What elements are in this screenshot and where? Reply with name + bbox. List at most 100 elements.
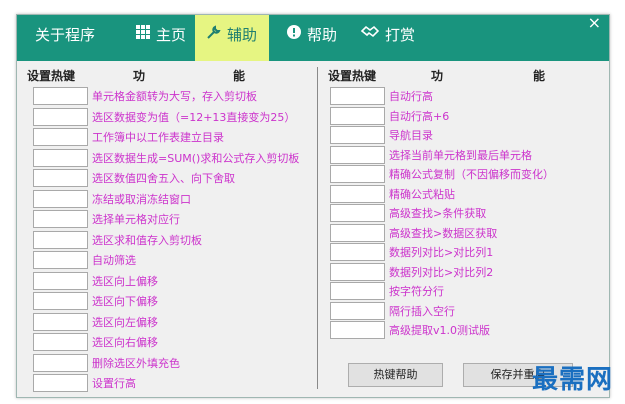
tab-about[interactable]: 关于程序 [25,15,105,61]
left-hotkey-row: 设置行高 [33,373,136,393]
right-hotkey-input[interactable] [330,301,385,320]
left-hotkey-input[interactable] [33,128,88,146]
tab-about-label: 关于程序 [34,26,95,44]
left-hotkey-input[interactable] [33,292,88,310]
left-hotkey-input[interactable] [33,210,88,228]
left-hotkey-row: 选区向下偏移 [33,291,158,311]
right-hotkey-input[interactable] [330,204,385,222]
left-hotkey-function-label: 删除选区外填充色 [92,356,180,370]
left-hotkey-function-label: 选区向左偏移 [92,315,158,329]
left-hotkey-row: 选区向左偏移 [33,312,158,332]
right-hotkey-input[interactable] [330,145,385,164]
watermark-logo: 最需网 [531,365,613,395]
left-hotkey-row: 选区向上偏移 [33,271,158,291]
close-icon[interactable]: × [588,13,601,33]
right-hotkey-row: 导航目录 [330,125,433,145]
left-col-func-b: 能 [233,69,246,83]
tab-assist-label: 辅助 [226,26,257,44]
right-hotkey-function-label: 高级提取v1.0测试版 [389,324,491,337]
right-hotkey-function-label: 自动行高 [389,90,433,103]
panel-divider [317,67,318,389]
left-hotkey-row: 选区求和值存入剪切板 [33,230,202,250]
left-hotkey-row: 删除选区外填充色 [33,353,180,373]
right-hotkey-input[interactable] [330,106,385,125]
right-hotkey-function-label: 选择当前单元格到最后单元格 [389,148,532,162]
right-hotkey-row: 隔行插入空行 [330,301,455,321]
tab-reward-label: 打赏 [384,26,415,44]
tab-help[interactable]: 帮助 [275,15,349,61]
left-hotkey-row: 选区数值四舍五入、向下舍取 [33,168,235,188]
left-hotkey-function-label: 选择单元格对应行 [92,213,180,226]
left-hotkey-input[interactable] [33,87,88,105]
right-hotkey-input[interactable] [330,184,385,203]
right-hotkey-function-label: 隔行插入空行 [389,304,455,318]
wrench-icon [207,15,221,55]
tab-home[interactable]: 主页 [121,15,201,61]
left-hotkey-input[interactable] [33,169,88,187]
left-hotkey-input[interactable] [33,251,88,269]
left-hotkey-function-label: 选区数据变为值（=12+13直接变为25） [92,110,296,124]
left-hotkey-input[interactable] [33,271,88,290]
left-hotkey-row: 选区数据生成=SUM()求和公式存入剪切板 [33,148,299,168]
right-hotkey-row: 精确公式粘贴 [330,184,455,204]
info-icon [286,15,301,55]
left-hotkey-input[interactable] [33,230,88,249]
tab-home-label: 主页 [155,26,186,44]
right-hotkey-row: 数据列对比>对比列1 [330,242,493,262]
right-hotkey-input[interactable] [330,223,385,242]
left-col-func-a: 功 [133,69,146,83]
tab-help-label: 帮助 [306,26,337,44]
left-hotkey-input[interactable] [33,189,88,208]
handshake-icon [360,15,380,55]
right-hotkey-row: 高级查找>数据区获取 [330,223,497,243]
tab-reward[interactable]: 打赏 [351,15,425,61]
right-hotkey-function-label: 自动行高+6 [389,109,450,123]
right-hotkey-function-label: 按字符分行 [389,285,444,298]
left-hotkey-function-label: 选区数值四舍五入、向下舍取 [92,172,235,185]
left-hotkey-input[interactable] [33,353,88,372]
left-col-key-header: 设置热键 [27,69,76,83]
right-hotkey-row: 精确公式复制（不因偏移而变化） [330,164,554,184]
left-hotkey-row: 自动筛选 [33,250,136,270]
left-hotkey-input[interactable] [33,107,88,126]
right-hotkey-input[interactable] [330,243,385,261]
left-hotkey-function-label: 单元格金额转为大写，存入剪切板 [92,90,257,103]
right-hotkey-row: 高级查找>条件获取 [330,203,486,223]
left-hotkey-function-label: 设置行高 [92,377,136,390]
right-col-key-header: 设置热键 [328,69,377,83]
right-hotkey-function-label: 数据列对比>对比列1 [389,246,494,259]
right-hotkey-input[interactable] [330,321,385,339]
left-hotkey-function-label: 选区向下偏移 [92,295,158,308]
right-hotkey-input[interactable] [330,165,385,183]
right-hotkey-row: 自动行高 [330,86,433,106]
hotkey-help-button[interactable]: 热键帮助 [348,363,443,387]
right-hotkey-input[interactable] [330,282,385,300]
left-hotkey-row: 选择单元格对应行 [33,209,180,229]
left-hotkey-row: 冻结或取消冻结窗口 [33,189,191,209]
left-hotkey-input[interactable] [33,148,88,167]
right-hotkey-input[interactable] [330,87,385,105]
right-hotkey-row: 选择当前单元格到最后单元格 [330,145,532,165]
app-window: 关于程序 主页 辅助 帮助 打赏 × 设置热键 功 能 单元格金额转为大写，存入… [16,13,610,398]
left-hotkey-row: 工作簿中以工作表建立目录 [33,127,224,147]
right-hotkey-function-label: 数据列对比>对比列2 [389,265,494,279]
left-hotkey-row: 单元格金额转为大写，存入剪切板 [33,86,257,106]
right-hotkey-row: 按字符分行 [330,281,444,301]
left-hotkey-function-label: 冻结或取消冻结窗口 [92,192,191,206]
left-hotkey-function-label: 工作簿中以工作表建立目录 [92,131,224,144]
left-hotkey-row: 选区数据变为值（=12+13直接变为25） [33,107,295,127]
left-hotkey-function-label: 选区求和值存入剪切板 [92,233,202,247]
left-hotkey-function-label: 选区向右偏移 [92,336,158,349]
right-hotkey-input[interactable] [330,262,385,281]
right-hotkey-input[interactable] [330,126,385,144]
left-hotkey-input[interactable] [33,374,88,392]
right-hotkey-function-label: 精确公式复制（不因偏移而变化） [389,168,554,181]
left-hotkey-function-label: 选区向上偏移 [92,274,158,288]
left-hotkey-input[interactable] [33,333,88,351]
right-hotkey-row: 高级提取v1.0测试版 [330,320,490,340]
grid-icon [135,15,150,55]
left-hotkey-function-label: 自动筛选 [92,254,136,267]
tab-assist[interactable]: 辅助 [195,15,269,61]
header-bar: 关于程序 主页 辅助 帮助 打赏 × [17,13,609,61]
left-hotkey-input[interactable] [33,312,88,331]
